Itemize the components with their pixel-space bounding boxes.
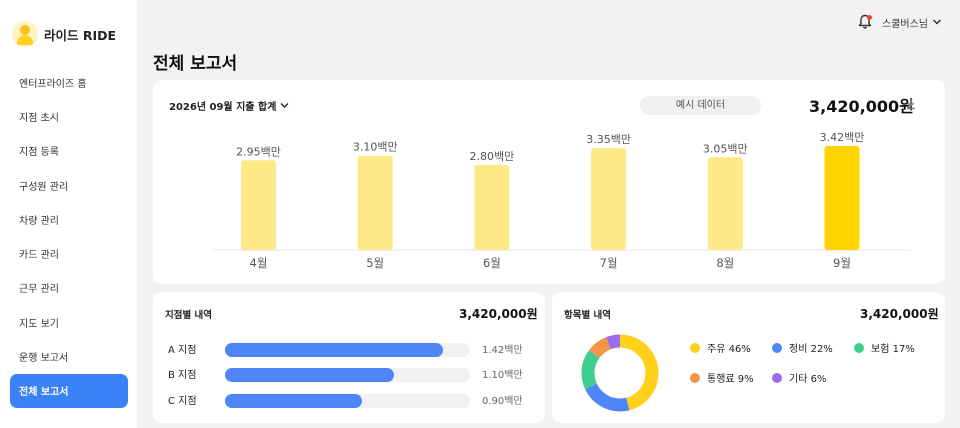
branch-bar-track <box>225 394 470 408</box>
sidebar-item-members[interactable]: 구성원 관리 <box>10 168 128 202</box>
legend-swatch <box>690 342 700 353</box>
sidebar: 라이드 RIDE 엔터프라이즈 홈 지점 초시 지점 등록 구성원 관리 차량 … <box>0 0 137 428</box>
notification-dot <box>867 15 872 20</box>
chevron-down-icon <box>280 103 289 108</box>
category-breakdown-card: 항목별 내역 3,420,000원 주유 46% 정비 22% 보험 17% 통… <box>552 292 945 423</box>
chart-bar[interactable] <box>357 155 393 250</box>
sidebar-item-branch-register[interactable]: 지점 등록 <box>10 134 128 168</box>
bell-icon[interactable] <box>858 14 872 30</box>
user-name: 스쿨버스님 <box>882 18 928 30</box>
category-card-title: 항목별 내역 <box>564 310 612 321</box>
logo-icon <box>12 21 38 47</box>
legend-swatch <box>690 372 700 383</box>
branch-bar-fill <box>225 368 395 382</box>
branch-bar-fill <box>225 343 444 357</box>
brand[interactable]: 라이드 RIDE <box>12 21 116 47</box>
sidebar-item-enterprise-home[interactable]: 엔터프라이즈 홈 <box>10 65 128 99</box>
chart-x-tick-label: 4월 <box>250 256 268 270</box>
chart-value-label: 2.80백만 <box>470 150 515 163</box>
monthly-spend-card: 2.95백만 4월 3.10백만 5월 2.80백만 6월 3.35백만 7월 3.05백만 8월… <box>153 80 945 284</box>
sidebar-nav: 엔터프라이즈 홈 지점 초시 지점 등록 구성원 관리 차량 관리 카드 관리 … <box>10 65 128 408</box>
chart-bar[interactable] <box>474 164 510 250</box>
legend-label: 보험 17% <box>871 344 915 355</box>
branch-row: A 지점 1.42백만 <box>168 339 528 357</box>
chart-x-tick-label: 8월 <box>716 256 734 270</box>
category-total: 3,420,000원 <box>860 307 939 321</box>
sidebar-item-full-report[interactable]: 전체 보고서 <box>10 373 128 408</box>
brand-name: 라이드 RIDE <box>44 27 117 43</box>
legend-swatch <box>772 372 782 383</box>
sidebar-item-cards[interactable]: 카드 관리 <box>10 236 128 270</box>
legend-label: 기타 6% <box>789 374 827 385</box>
legend-item: 주유 46% <box>690 340 751 355</box>
branch-bar-track <box>225 368 470 382</box>
chart-x-tick-label: 6월 <box>483 256 501 270</box>
branch-value: 1.42백만 <box>482 345 523 356</box>
legend-swatch <box>772 342 782 353</box>
sample-data-badge: 예시 데이터 <box>640 96 761 115</box>
chevron-down-icon <box>932 19 942 25</box>
legend-label: 통행료 9% <box>707 374 754 385</box>
page-title: 전체 보고서 <box>153 54 238 74</box>
period-label: 2026년 09월 지출 합계 <box>169 102 277 113</box>
branch-bar-track <box>225 343 470 357</box>
chart-bar[interactable] <box>707 157 743 250</box>
legend-label: 정비 22% <box>789 344 833 355</box>
sidebar-item-vehicles[interactable]: 차량 관리 <box>10 202 128 236</box>
sidebar-item-map[interactable]: 지도 보기 <box>10 305 128 339</box>
chart-x-tick-label: 9월 <box>833 256 851 270</box>
chart-value-label: 3.05백만 <box>703 142 748 155</box>
branch-row: C 지점 0.90백만 <box>168 390 528 408</box>
category-donut-chart <box>581 334 659 412</box>
branch-row: B 지점 1.10백만 <box>168 364 528 382</box>
chart-bar[interactable] <box>591 148 627 250</box>
branch-breakdown-card: 지점별 내역 3,420,000원 A 지점 1.42백만 B 지점 1.10백… <box>153 292 545 423</box>
sidebar-item-trip-report[interactable]: 운행 보고서 <box>10 339 128 373</box>
chart-value-label: 3.35백만 <box>586 133 631 146</box>
download-icon[interactable] <box>905 98 917 110</box>
user-menu[interactable]: 스쿨버스님 <box>858 14 942 30</box>
branch-value: 0.90백만 <box>482 396 523 407</box>
legend-item: 통행료 9% <box>690 370 754 385</box>
chart-value-label: 3.10백만 <box>353 141 398 154</box>
legend-item: 기타 6% <box>772 370 826 385</box>
chart-bar[interactable] <box>241 160 276 250</box>
legend-item: 보험 17% <box>854 340 915 355</box>
legend-swatch <box>854 342 864 353</box>
sidebar-item-branch-launch[interactable]: 지점 초시 <box>10 99 128 133</box>
legend-label: 주유 46% <box>707 344 751 355</box>
branch-value: 1.10백만 <box>482 370 523 381</box>
branch-card-title: 지점별 내역 <box>165 310 213 321</box>
chart-bar[interactable] <box>824 146 860 250</box>
legend-item: 정비 22% <box>772 340 833 355</box>
branch-bar-fill <box>225 394 363 408</box>
chart-x-tick-label: 5월 <box>366 256 384 270</box>
branch-name: B 지점 <box>168 370 197 381</box>
chart-x-tick-label: 7월 <box>600 256 618 270</box>
branch-name: C 지점 <box>168 396 197 407</box>
branch-total: 3,420,000원 <box>459 307 538 321</box>
chart-value-label: 2.95백만 <box>236 145 281 158</box>
chart-value-label: 3.42백만 <box>820 131 865 144</box>
period-selector[interactable]: 2026년 09월 지출 합계 <box>169 98 289 113</box>
branch-name: A 지점 <box>168 345 197 356</box>
total-amount: 3,420,000원 <box>809 97 914 116</box>
sidebar-item-work[interactable]: 근무 관리 <box>10 271 128 305</box>
